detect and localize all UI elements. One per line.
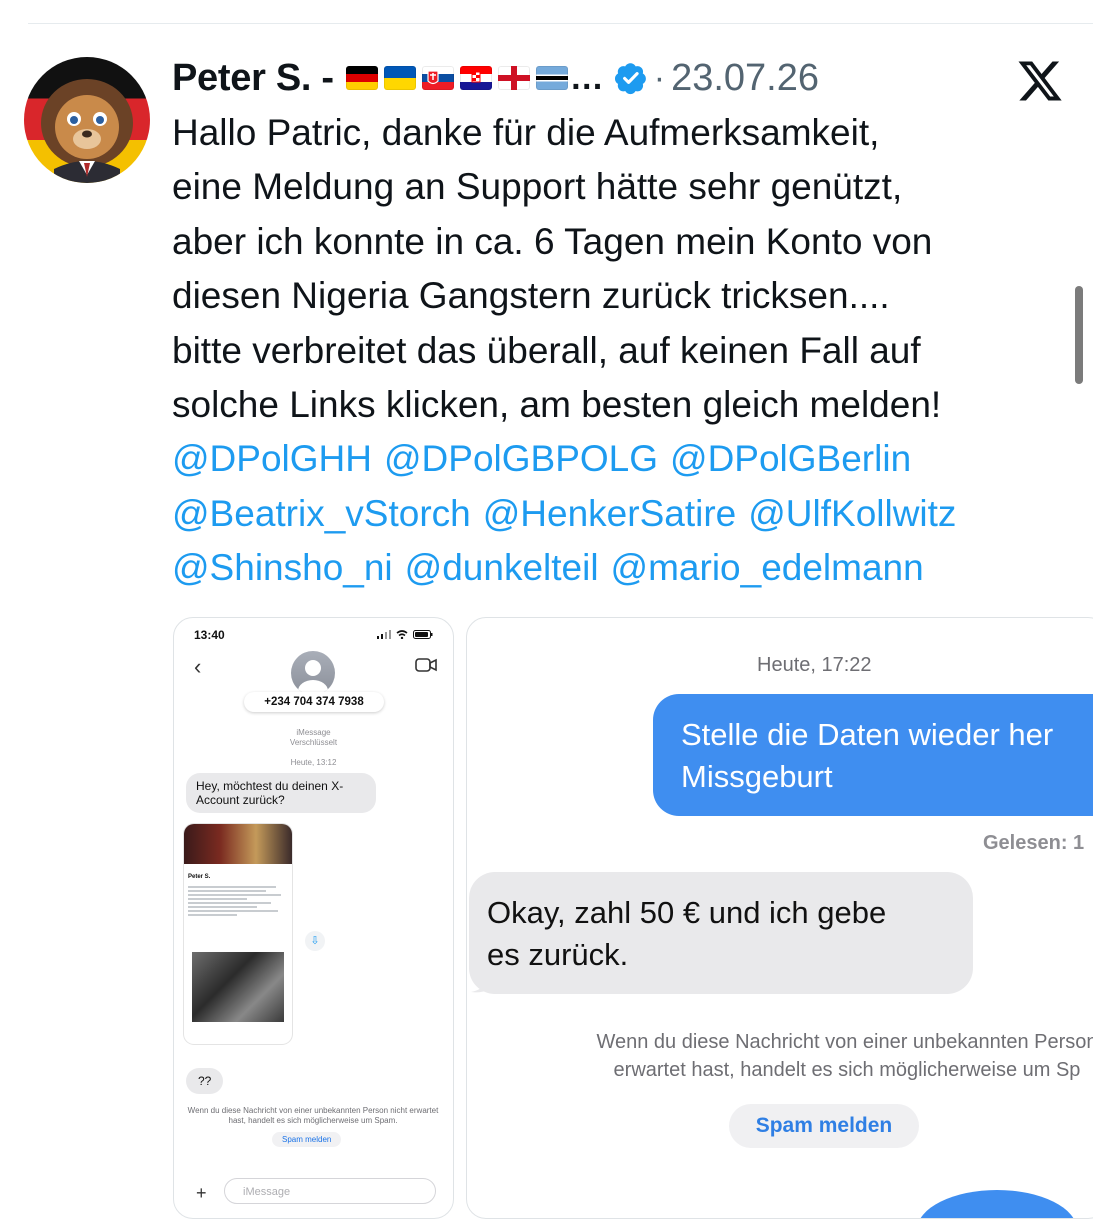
spam-warning-text: Wenn du diese Nachricht von einer unbeka… <box>467 1028 1093 1084</box>
received-message-bubble: ?? <box>186 1068 224 1094</box>
imessage-header: iMessage Verschlüsselt <box>174 728 453 748</box>
x-logo-icon[interactable] <box>1016 57 1064 105</box>
plus-icon[interactable]: + <box>196 1183 207 1204</box>
scrollbar[interactable] <box>1075 286 1083 384</box>
received-message-bubble: Okay, zahl 50 € und ich gebe es zurück. <box>469 872 973 994</box>
tweet-text-line: bitte verbreitet das überall, auf keinen… <box>172 329 921 371</box>
report-spam-button[interactable]: Spam melden <box>729 1104 919 1148</box>
mention-link[interactable]: @DPolGHH <box>172 438 372 479</box>
mentions-line: @Shinsho_ni @dunkelteil @mario_edelmann <box>172 541 1072 595</box>
germany-flag-icon <box>345 66 378 90</box>
spam-warning-text: Wenn du diese Nachricht von einer unbeka… <box>187 1106 439 1125</box>
screenshot-text-lines <box>188 884 286 918</box>
contact-avatar[interactable] <box>291 651 335 695</box>
message-time: Heute, 17:22 <box>757 654 872 676</box>
received-message-bubble: Hey, möchtest du deinen X-Account zurück… <box>186 773 376 813</box>
mentions-line: @DPolGHH @DPolGBPOLG @DPolGBerlin <box>172 432 1072 486</box>
sent-message-bubble: Stelle die Daten wieder her Missgeburt <box>653 694 1093 816</box>
tweet-text-line: aber ich konnte in ca. 6 Tagen mein Kont… <box>172 220 933 262</box>
sent-message-line: Missgeburt <box>681 759 833 794</box>
message-time: Heute, 13:12 <box>290 758 337 767</box>
attached-screenshot[interactable]: Peter S. <box>184 824 292 1044</box>
lion-avatar-icon <box>41 79 133 183</box>
wifi-icon <box>396 630 408 639</box>
meta-separator: · <box>653 58 666 97</box>
signal-icon <box>377 630 391 639</box>
verified-badge-icon[interactable] <box>614 61 648 95</box>
screenshot-profile-name: Peter S. <box>188 874 211 880</box>
send-button[interactable] <box>917 1190 1077 1218</box>
tweet-header: Peter S. - … · 23.07.26 <box>172 54 819 102</box>
encrypted-label: Verschlüsselt <box>289 738 338 747</box>
tweet-text-line: diesen Nigeria Gangstern zurück tricksen… <box>172 275 890 317</box>
spam-warning-line: Wenn du diese Nachricht von einer unbeka… <box>596 1031 1093 1053</box>
received-message-line: Okay, zahl 50 € und ich gebe <box>487 895 887 930</box>
mention-link[interactable]: @Beatrix_vStorch <box>172 493 471 534</box>
back-chevron-icon[interactable]: ‹ <box>194 654 201 680</box>
profile-banner <box>184 824 292 864</box>
screenshot-photo <box>192 952 284 1022</box>
name-ellipsis: … <box>569 58 604 97</box>
tweet-date[interactable]: 23.07.26 <box>671 57 819 100</box>
received-message-line: es zurück. <box>487 937 629 972</box>
ukraine-flag-icon <box>383 66 416 90</box>
contact-phone-number[interactable]: +234 704 374 7938 <box>244 692 384 712</box>
mention-link[interactable]: @Shinsho_ni <box>172 547 393 588</box>
mentions-line: @Beatrix_vStorch @HenkerSatire @UlfKollwit… <box>172 487 1072 541</box>
slovakia-flag-icon <box>421 66 454 90</box>
report-spam-button[interactable]: Spam melden <box>272 1132 342 1147</box>
status-icons <box>377 630 433 639</box>
message-input[interactable]: iMessage <box>224 1178 436 1204</box>
tweet-text-line: solche Links klicken, am besten gleich m… <box>172 384 942 426</box>
flag-emoji-list <box>345 66 568 90</box>
tweet-text: Hallo Patric, danke für die Aufmerksamke… <box>172 106 1072 596</box>
tweet-text-line: eine Meldung an Support hätte sehr genüt… <box>172 166 903 208</box>
profile-avatar[interactable] <box>24 57 150 183</box>
mention-link[interactable]: @HenkerSatire <box>483 493 737 534</box>
mention-link[interactable]: @DPolGBPOLG <box>384 438 658 479</box>
botswana-flag-icon <box>535 66 568 90</box>
share-icon[interactable]: ⇩ <box>305 931 325 951</box>
top-divider <box>28 23 1093 24</box>
display-name[interactable]: Peter S. - <box>172 57 334 100</box>
battery-icon <box>413 630 433 639</box>
mention-link[interactable]: @UlfKollwitz <box>748 493 956 534</box>
spam-warning-line: erwartet hast, handelt es sich möglicher… <box>613 1059 1081 1081</box>
england-flag-icon <box>497 66 530 90</box>
mention-link[interactable]: @DPolGBerlin <box>670 438 911 479</box>
media-image-left[interactable]: 13:40 ‹ +234 704 374 7938 iMessage Versc… <box>173 617 454 1219</box>
person-icon <box>298 660 328 695</box>
video-call-icon[interactable] <box>415 658 437 672</box>
media-image-right[interactable]: Heute, 17:22 Stelle die Daten wieder her… <box>466 617 1093 1219</box>
mention-link[interactable]: @mario_edelmann <box>611 547 924 588</box>
tweet-text-line: Hallo Patric, danke für die Aufmerksamke… <box>172 112 880 153</box>
croatia-flag-icon <box>459 66 492 90</box>
mention-link[interactable]: @dunkelteil <box>405 547 599 588</box>
sent-message-line: Stelle die Daten wieder her <box>681 717 1054 752</box>
read-receipt: Gelesen: 1 <box>983 832 1085 854</box>
imessage-label: iMessage <box>296 728 331 737</box>
status-time: 13:40 <box>194 628 225 642</box>
